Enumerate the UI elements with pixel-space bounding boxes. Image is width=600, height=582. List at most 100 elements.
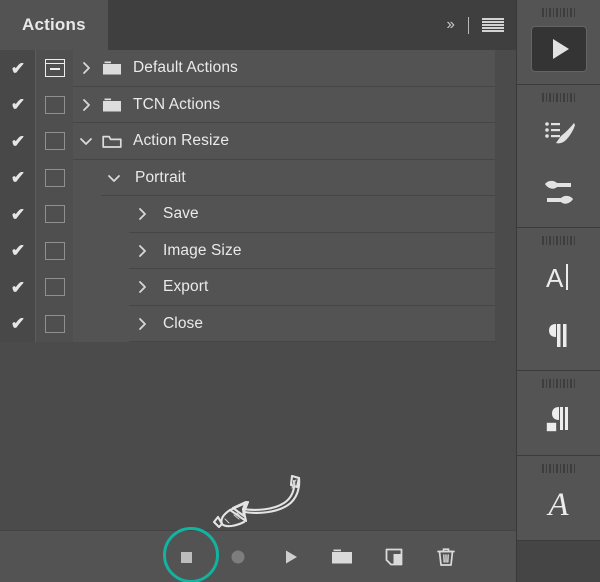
action-enabled-checkbox[interactable]: ✔ <box>0 50 36 87</box>
action-row-body[interactable]: Export <box>73 269 495 306</box>
script-a-glyph: A <box>548 486 569 523</box>
panel-header-tools: ›› <box>442 0 506 50</box>
dialog-toggle-cell[interactable] <box>36 123 73 160</box>
dock-grip-handle[interactable] <box>517 85 600 105</box>
action-row-body[interactable]: Default Actions <box>73 50 495 87</box>
dialog-toggle-box-icon[interactable] <box>44 205 65 224</box>
dock-item-character[interactable]: A <box>517 248 600 306</box>
record-icon <box>231 550 245 563</box>
dock-grip-handle[interactable] <box>517 0 600 20</box>
action-row[interactable]: ✔ Default Actions <box>0 50 516 87</box>
checkmark-icon: ✔ <box>10 241 26 261</box>
dock-group-styles-group <box>517 371 600 456</box>
chevron-right-icon[interactable] <box>73 61 99 75</box>
action-row[interactable]: ✔ TCN Actions <box>0 86 516 123</box>
folder-icon <box>332 549 352 563</box>
dock-group-glyphs-group: A <box>517 456 600 541</box>
action-enabled-checkbox[interactable]: ✔ <box>0 196 36 233</box>
dialog-toggle-box-icon[interactable] <box>44 132 65 151</box>
character-icon: A <box>544 260 574 294</box>
chevron-right-icon[interactable] <box>129 207 155 221</box>
modal-control-icon[interactable] <box>44 59 65 78</box>
action-row[interactable]: ✔ Export <box>0 269 516 306</box>
tab-actions[interactable]: Actions <box>0 0 108 50</box>
action-enabled-checkbox[interactable]: ✔ <box>0 159 36 196</box>
folder-closed-icon <box>99 60 125 76</box>
dialog-toggle-box-icon[interactable] <box>44 278 65 297</box>
chevron-right-icon[interactable] <box>129 244 155 258</box>
chevron-down-icon[interactable] <box>101 171 127 185</box>
dialog-toggle-box-icon[interactable] <box>44 168 65 187</box>
action-row[interactable]: ✔ Portrait <box>0 159 516 196</box>
action-row-body[interactable]: Portrait <box>73 159 495 196</box>
vertical-scrollbar[interactable] <box>495 50 516 530</box>
dock-item-paragraph-styles[interactable] <box>517 391 600 449</box>
dock-item-paragraph[interactable] <box>517 306 600 364</box>
dock-group-play-group <box>517 0 600 85</box>
action-row-body[interactable]: TCN Actions <box>73 86 495 123</box>
checkmark-icon: ✔ <box>10 277 26 297</box>
action-row-label: Export <box>163 278 209 296</box>
play-icon <box>286 550 297 563</box>
brush-settings-icon <box>541 178 577 206</box>
folder-open-icon <box>99 133 125 149</box>
toolbar-new-set-button[interactable] <box>316 531 368 582</box>
action-row-label: Image Size <box>163 241 242 259</box>
dock-grip-handle[interactable] <box>517 456 600 476</box>
action-row-body[interactable]: Close <box>73 305 495 342</box>
paragraph-icon <box>546 320 572 350</box>
dialog-toggle-cell[interactable] <box>36 86 73 123</box>
actions-list: ✔ Default Actions ✔ TCN Actions ✔ Action Resi… <box>0 50 516 530</box>
action-row[interactable]: ✔ Save <box>0 196 516 233</box>
action-enabled-checkbox[interactable]: ✔ <box>0 269 36 306</box>
chevron-right-icon[interactable] <box>129 280 155 294</box>
action-enabled-checkbox[interactable]: ✔ <box>0 232 36 269</box>
checkmark-icon: ✔ <box>10 58 26 78</box>
dock-grip-handle[interactable] <box>517 371 600 391</box>
dock-item-character-styles[interactable]: A <box>517 476 600 534</box>
dialog-toggle-cell[interactable] <box>36 305 73 342</box>
dialog-toggle-box-icon[interactable] <box>44 241 65 260</box>
toolbar-delete-button[interactable] <box>420 531 472 582</box>
action-row-body[interactable]: Image Size <box>73 232 495 269</box>
toolbar-stop-button[interactable] <box>160 531 212 582</box>
dialog-toggle-cell[interactable] <box>36 159 73 196</box>
dock-grip-handle[interactable] <box>517 228 600 248</box>
dialog-toggle-box-icon[interactable] <box>44 95 65 114</box>
action-row[interactable]: ✔ Image Size <box>0 232 516 269</box>
dialog-toggle-cell[interactable] <box>36 196 73 233</box>
action-enabled-checkbox[interactable]: ✔ <box>0 86 36 123</box>
action-row[interactable]: ✔ Close <box>0 305 516 342</box>
dock-group-type-group: A <box>517 228 600 371</box>
toolbar-record-button[interactable] <box>212 531 264 582</box>
action-row-label: TCN Actions <box>133 95 221 113</box>
toolbar-play-button[interactable] <box>264 531 316 582</box>
panel-header: Actions ›› <box>0 0 516 50</box>
action-row-body[interactable]: Save <box>73 196 495 233</box>
checkmark-icon: ✔ <box>10 131 26 151</box>
checkmark-icon: ✔ <box>10 168 26 188</box>
collapse-panel-icon[interactable]: ›› <box>442 15 457 35</box>
dialog-toggle-cell[interactable] <box>36 50 73 87</box>
action-row-label: Action Resize <box>133 132 230 150</box>
action-enabled-checkbox[interactable]: ✔ <box>0 305 36 342</box>
panel-menu-icon[interactable] <box>480 17 506 33</box>
chevron-right-icon[interactable] <box>73 98 99 112</box>
chevron-down-icon[interactable] <box>73 134 99 148</box>
action-enabled-checkbox[interactable]: ✔ <box>0 123 36 160</box>
dock-item-brushes[interactable] <box>517 105 600 163</box>
dialog-toggle-box-icon[interactable] <box>44 314 65 333</box>
chevron-right-icon[interactable] <box>129 317 155 331</box>
action-row-body[interactable]: Action Resize <box>73 123 495 160</box>
action-row-label: Save <box>163 205 199 223</box>
stop-icon <box>181 551 192 563</box>
dialog-toggle-cell[interactable] <box>36 232 73 269</box>
toolbar-new-action-button[interactable] <box>368 531 420 582</box>
svg-text:A: A <box>546 263 564 293</box>
dock-item-brush-settings[interactable] <box>517 163 600 221</box>
action-row[interactable]: ✔ Action Resize <box>0 123 516 160</box>
photoshop-actions-panel-screen: Actions ›› ✔ Default Actions ✔ TCN Actions ✔… <box>0 0 600 582</box>
dock-item-play-action[interactable] <box>517 20 600 78</box>
dialog-toggle-cell[interactable] <box>36 269 73 306</box>
new-document-icon <box>385 548 403 565</box>
